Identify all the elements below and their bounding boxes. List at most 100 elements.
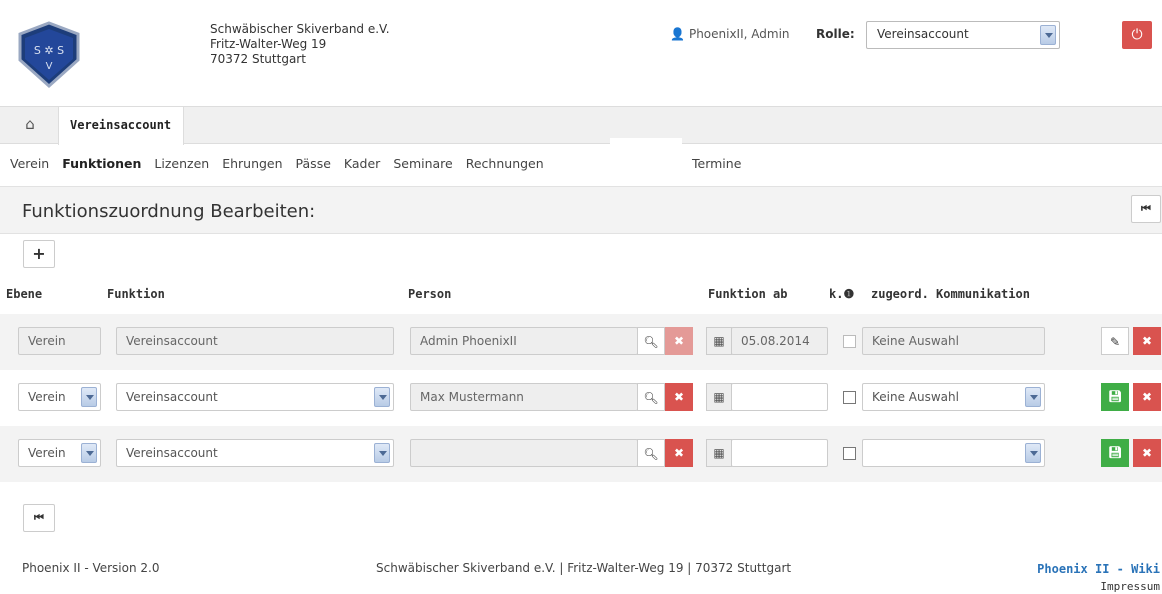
close-icon: ✖ [1141,446,1153,460]
funktion-select[interactable]: Vereinsaccount [116,439,394,467]
org-address: Schwäbischer Skiverband e.V. Fritz-Walte… [210,22,390,67]
delete-button[interactable]: ✖ [1133,439,1161,467]
back-button-top[interactable]: ⏮ [1131,195,1161,223]
user-name: PhoenixII, Admin [688,27,790,41]
col-ebene: Ebene [6,287,43,301]
footer-address: Schwäbischer Skiverband e.V. | Fritz-Wal… [376,561,792,575]
home-icon: ⌂ [25,115,35,133]
calendar-icon[interactable]: ▦ [706,439,732,467]
nav-ehrungen[interactable]: Ehrungen [222,156,282,171]
chevron-down-icon [1025,443,1041,463]
user-info[interactable]: 👤 PhoenixII, Admin [670,27,790,41]
sub-navigation: Verein Funktionen Lizenzen Ehrungen Päss… [10,156,741,171]
chevron-down-icon [374,387,390,407]
funktion-select-value: Vereinsaccount [126,390,218,404]
delete-button[interactable]: ✖ [1133,383,1161,411]
nav-lizenzen[interactable]: Lizenzen [154,156,209,171]
person-field: Admin PhoenixII [410,327,638,355]
info-icon[interactable]: ❶ [843,287,854,301]
ebene-select-value: Verein [28,446,66,460]
edit-button[interactable]: ✎ [1101,327,1129,355]
back-button-bottom[interactable]: ⏮ [23,504,55,532]
person-field [410,439,638,467]
impressum-link[interactable]: Impressum [1037,578,1160,594]
clear-person-button: ✖ [665,327,693,355]
col-kommunikation: zugeord. Kommunikation [871,287,1030,301]
close-icon: ✖ [673,390,685,404]
floppy-icon: 💾︎ [1108,390,1122,403]
search-person-button: 🔍︎ [637,327,665,355]
org-city: 70372 Stuttgart [210,52,306,66]
funktion-select[interactable]: Vereinsaccount [116,383,394,411]
k-checkbox [843,335,856,348]
person-field: Max Mustermann [410,383,638,411]
home-tab[interactable]: ⌂ [12,115,48,137]
kommunikation-select[interactable] [862,439,1045,467]
tab-vereinsaccount[interactable]: Vereinsaccount [58,107,184,145]
delete-button[interactable]: ✖ [1133,327,1161,355]
search-icon: 🔍︎ [643,447,659,461]
page-title: Funktionszuordnung Bearbeiten: [22,201,316,222]
funktion-select-value: Vereinsaccount [126,446,218,460]
plus-icon: + [32,244,46,263]
ebene-select[interactable]: Verein [18,439,101,467]
search-person-button[interactable]: 🔍︎ [637,383,665,411]
col-k-label: k. [829,287,844,301]
footer-version: Phoenix II - Version 2.0 [22,561,160,575]
wiki-link[interactable]: Phoenix II - Wiki [1037,561,1160,578]
chevron-down-icon [81,387,97,407]
svg-text:V: V [46,61,53,72]
kommunikation-select-value: Keine Auswahl [872,390,959,404]
col-k: k.❶ [829,287,854,301]
clear-person-button[interactable]: ✖ [665,439,693,467]
nav-termine[interactable]: Termine [692,156,741,171]
date-input[interactable] [731,383,828,411]
clear-person-button[interactable]: ✖ [665,383,693,411]
add-row-button[interactable]: + [23,240,55,268]
calendar-icon: ▦ [706,327,732,355]
save-button[interactable]: 💾︎ [1101,439,1129,467]
nav-funktionen[interactable]: Funktionen [62,156,141,171]
k-checkbox[interactable] [843,447,856,460]
ebene-select-value: Verein [28,390,66,404]
save-button[interactable]: 💾︎ [1101,383,1129,411]
org-street: Fritz-Walter-Weg 19 [210,37,327,51]
footer-links: Phoenix II - Wiki Impressum [1037,561,1160,594]
calendar-icon[interactable]: ▦ [706,383,732,411]
logo-icon: S ✲ S V [18,21,80,89]
table-row: Verein Vereinsaccount Max Mustermann 🔍︎ … [0,370,1162,426]
blank-area [610,138,682,170]
ebene-field: Verein [18,327,101,355]
logout-button[interactable]: ⏻ [1122,21,1152,49]
close-icon: ✖ [1141,390,1153,404]
chevron-down-icon [1040,25,1056,45]
nav-rechnungen[interactable]: Rechnungen [466,156,544,171]
funktion-field: Vereinsaccount [116,327,394,355]
tab-strip: ⌂ Vereinsaccount [0,106,1162,145]
table-row: Verein Vereinsaccount 🔍︎ ✖ ▦ 💾︎ ✖ [0,426,1162,482]
power-icon: ⏻ [1131,27,1143,43]
nav-seminare[interactable]: Seminare [393,156,452,171]
close-icon: ✖ [673,334,685,348]
pencil-icon: ✎ [1109,335,1121,349]
nav-paesse[interactable]: Pässe [296,156,331,171]
search-person-button[interactable]: 🔍︎ [637,439,665,467]
nav-kader[interactable]: Kader [344,156,380,171]
chevron-down-icon [81,443,97,463]
panel-header: Funktionszuordnung Bearbeiten: ⏮ [0,186,1162,234]
date-input[interactable] [731,439,828,467]
chevron-down-icon [374,443,390,463]
nav-verein[interactable]: Verein [10,156,49,171]
col-person: Person [408,287,452,301]
kommunikation-select[interactable]: Keine Auswahl [862,383,1045,411]
col-funktion-ab: Funktion ab [708,287,788,301]
close-icon: ✖ [673,446,685,460]
search-icon: 🔍︎ [643,335,659,349]
role-select[interactable]: Vereinsaccount [866,21,1060,49]
k-checkbox[interactable] [843,391,856,404]
role-label: Rolle: [816,27,855,41]
header: S ✲ S V Schwäbischer Skiverband e.V. Fri… [0,0,1162,106]
user-icon: 👤 [670,27,685,41]
ebene-select[interactable]: Verein [18,383,101,411]
step-backward-icon: ⏮ [34,511,44,524]
